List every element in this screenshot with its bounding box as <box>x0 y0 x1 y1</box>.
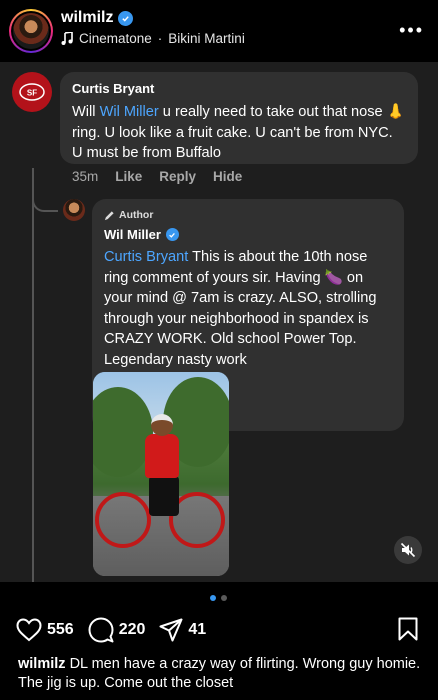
carousel-indicator <box>210 595 227 601</box>
author-tag: Author <box>104 209 392 221</box>
reply-comment-button[interactable]: Reply <box>159 169 196 184</box>
thread-connector <box>32 190 58 212</box>
comment-button[interactable]: 220 <box>88 617 146 643</box>
carousel-dot-active <box>210 595 216 601</box>
profile-avatar[interactable] <box>9 9 53 53</box>
commenter-avatar[interactable]: SF <box>12 72 52 112</box>
music-artist: Cinematone <box>79 31 152 46</box>
share-button[interactable]: 41 <box>159 618 206 642</box>
music-note-icon <box>61 32 73 45</box>
carousel-dot <box>221 595 227 601</box>
caption-text: DL men have a crazy way of flirting. Wro… <box>18 656 421 691</box>
cyclist-photo[interactable] <box>93 372 229 576</box>
svg-text:SF: SF <box>27 89 37 98</box>
like-count: 556 <box>47 621 74 638</box>
verified-badge-icon <box>165 228 179 241</box>
comment-author[interactable]: Curtis Bryant <box>72 81 406 96</box>
send-icon <box>159 618 183 642</box>
comment-text: Will Wil Miller u really need to take ou… <box>72 104 405 161</box>
reply-mention[interactable]: Curtis Bryant <box>104 249 188 265</box>
reply-text: Curtis Bryant This is about the 10th nos… <box>104 249 377 368</box>
audio-track[interactable]: Cinematone · Bikini Martini <box>61 31 245 46</box>
post-caption: wilmilz DL men have a crazy way of flirt… <box>18 655 428 693</box>
comment-bubble: Curtis Bryant Will Wil Miller u really n… <box>60 72 418 164</box>
heart-icon <box>16 618 42 642</box>
post-username[interactable]: wilmilz <box>61 9 134 27</box>
reply-author-avatar[interactable] <box>63 199 85 221</box>
mute-icon[interactable] <box>394 536 422 564</box>
save-button[interactable] <box>397 617 419 646</box>
thread-line <box>32 168 34 582</box>
caption-username[interactable]: wilmilz <box>18 656 66 672</box>
comment-count: 220 <box>118 621 146 638</box>
comment-panel: SF Curtis Bryant Will Wil Miller u reall… <box>0 62 438 582</box>
verified-badge-icon <box>118 10 134 26</box>
like-comment-button[interactable]: Like <box>115 169 142 184</box>
reply-author[interactable]: Wil Miller <box>104 227 392 242</box>
post-header: wilmilz Cinematone · Bikini Martini ••• <box>0 0 438 62</box>
like-button[interactable]: 556 <box>16 618 74 642</box>
comment-icon <box>88 617 114 643</box>
comment-actions: 35m Like Reply Hide <box>72 169 242 184</box>
share-count: 41 <box>188 621 207 638</box>
music-separator: · <box>157 31 163 46</box>
music-title: Bikini Martini <box>168 31 245 46</box>
comment-mention[interactable]: Wil Miller <box>100 104 159 120</box>
username-text[interactable]: wilmilz <box>61 9 113 27</box>
bookmark-icon <box>398 617 418 641</box>
comment-time: 35m <box>72 169 99 184</box>
more-options-icon[interactable]: ••• <box>399 20 424 41</box>
post-action-bar: 556 220 41 <box>16 616 220 644</box>
pencil-icon <box>104 210 114 220</box>
hide-comment-button[interactable]: Hide <box>213 169 242 184</box>
